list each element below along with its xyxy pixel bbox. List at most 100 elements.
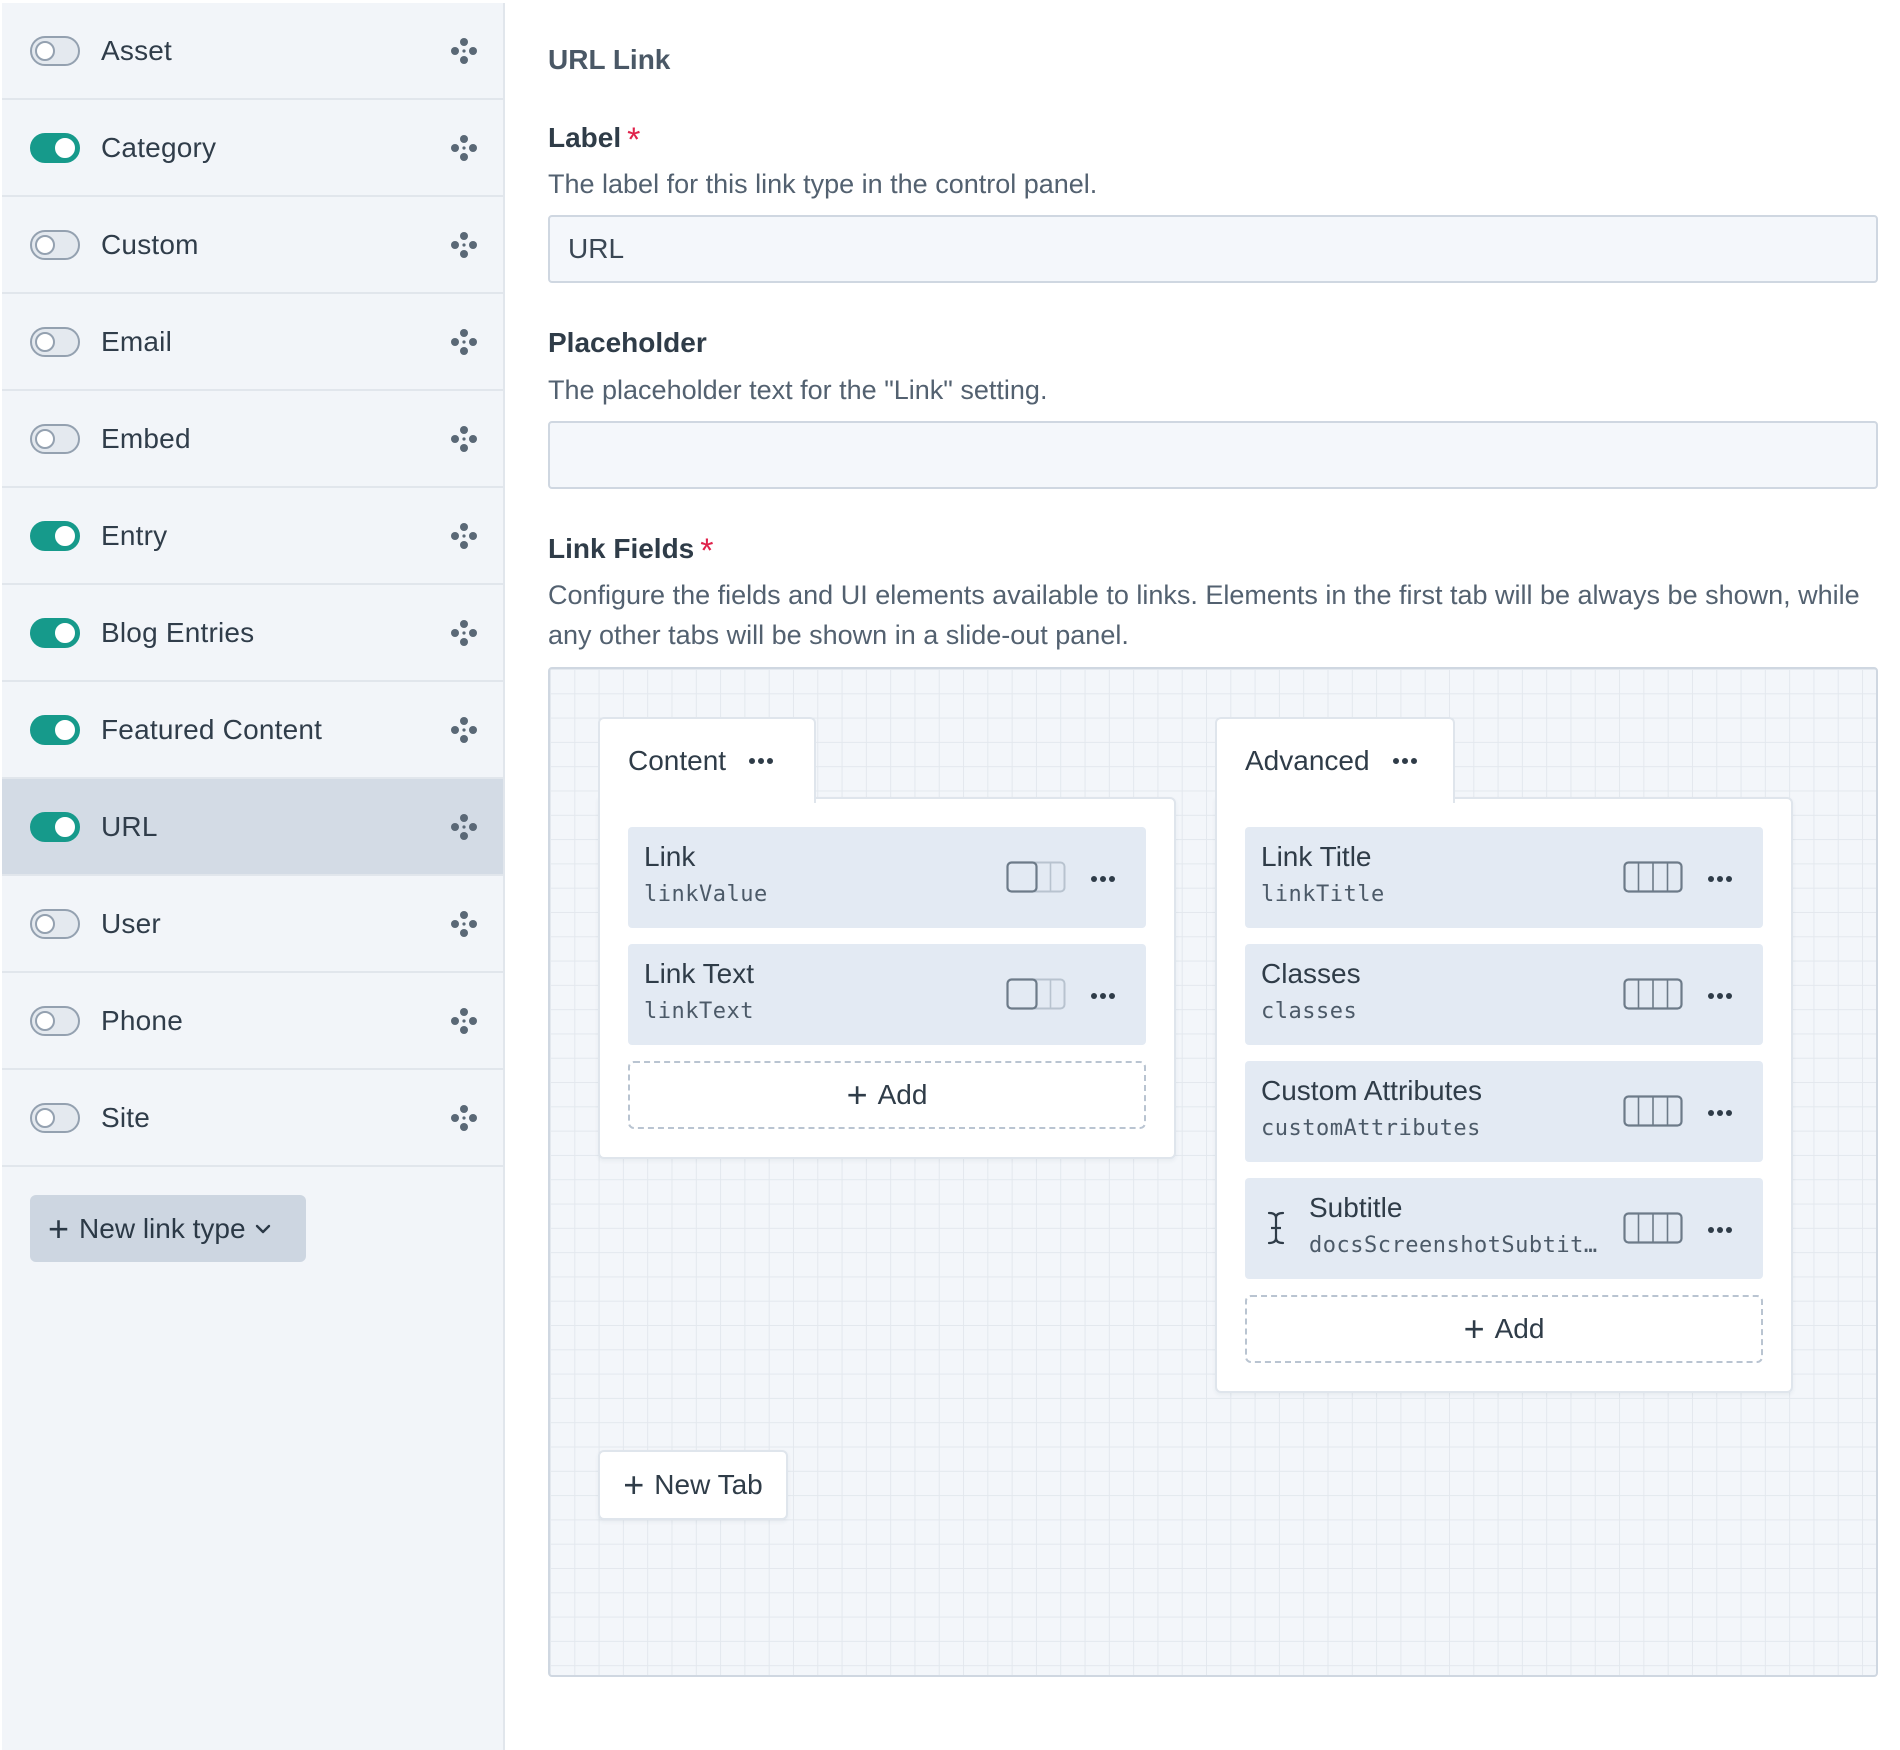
move-icon[interactable] bbox=[450, 1007, 478, 1035]
field-width-icon[interactable] bbox=[1623, 1095, 1683, 1127]
move-icon[interactable] bbox=[450, 134, 478, 162]
toggle-knob bbox=[55, 816, 75, 837]
field-name: Link bbox=[644, 841, 696, 872]
enable-toggle[interactable] bbox=[30, 35, 80, 66]
required-icon: * bbox=[627, 121, 641, 159]
toggle-knob bbox=[55, 719, 75, 740]
enable-toggle[interactable] bbox=[30, 1005, 80, 1036]
field-width-icon[interactable] bbox=[1006, 861, 1066, 893]
add-field-button[interactable]: + Add bbox=[628, 1061, 1146, 1129]
add-field-label: Add bbox=[877, 1079, 928, 1110]
field-handle: linkTitle bbox=[1261, 882, 1385, 907]
new-tab-label: New Tab bbox=[654, 1469, 763, 1500]
link-fields-label: Link Fields * bbox=[548, 532, 713, 571]
label-field-label-text: Label bbox=[548, 122, 622, 153]
sidebar-item-label: Asset bbox=[101, 34, 173, 66]
field-width-icon[interactable] bbox=[1623, 978, 1683, 1010]
enable-toggle[interactable] bbox=[30, 423, 80, 454]
enable-toggle[interactable] bbox=[30, 520, 80, 551]
enable-toggle[interactable] bbox=[30, 811, 80, 842]
new-link-type-button[interactable]: + New link type bbox=[30, 1195, 306, 1262]
placeholder-input[interactable] bbox=[548, 421, 1878, 489]
field-actions-icon[interactable] bbox=[1707, 871, 1733, 882]
field-width-icon[interactable] bbox=[1623, 1212, 1683, 1244]
sidebar-item-asset[interactable]: Asset bbox=[2, 3, 503, 100]
plus-icon: + bbox=[846, 1074, 868, 1115]
toggle-knob bbox=[55, 525, 75, 546]
sidebar-item-entry[interactable]: Entry bbox=[2, 488, 503, 585]
placeholder-field-help: The placeholder text for the "Link" sett… bbox=[548, 375, 1048, 405]
sidebar-item-category[interactable]: Category bbox=[2, 100, 503, 197]
field-card[interactable]: Link Text linkText bbox=[628, 944, 1146, 1045]
move-icon[interactable] bbox=[450, 910, 478, 938]
tab-name: Advanced bbox=[1245, 745, 1370, 776]
field-card[interactable]: Classes classes bbox=[1245, 944, 1763, 1045]
enable-toggle[interactable] bbox=[30, 326, 80, 357]
plus-icon: + bbox=[48, 1207, 70, 1249]
move-icon[interactable] bbox=[450, 716, 478, 744]
plus-icon: + bbox=[623, 1464, 645, 1505]
field-handle: customAttributes bbox=[1261, 1116, 1481, 1141]
field-handle: docsScreenshotSubtit… bbox=[1309, 1233, 1598, 1258]
sidebar-item-label: Category bbox=[101, 131, 217, 163]
move-icon[interactable] bbox=[450, 37, 478, 65]
tab-header[interactable]: Content bbox=[598, 717, 816, 803]
enable-toggle[interactable] bbox=[30, 132, 80, 163]
move-icon[interactable] bbox=[450, 522, 478, 550]
tab-actions-icon[interactable] bbox=[748, 756, 774, 766]
sidebar-item-label: Site bbox=[101, 1101, 151, 1133]
field-card[interactable]: Subtitle docsScreenshotSubtit… bbox=[1245, 1178, 1763, 1279]
field-card[interactable]: Custom Attributes customAttributes bbox=[1245, 1061, 1763, 1162]
field-actions-icon[interactable] bbox=[1707, 1105, 1733, 1116]
sidebar-item-email[interactable]: Email bbox=[2, 294, 503, 391]
field-actions-icon[interactable] bbox=[1090, 988, 1116, 999]
enable-toggle[interactable] bbox=[30, 617, 80, 648]
move-icon[interactable] bbox=[450, 231, 478, 259]
field-width-icon[interactable] bbox=[1006, 978, 1066, 1010]
section-title: URL Link bbox=[548, 44, 671, 75]
toggle-knob bbox=[35, 234, 55, 255]
label-input[interactable]: URL bbox=[548, 215, 1878, 283]
link-type-settings: Asset Category Custom Email Embed Entry Blog E… bbox=[0, 0, 1900, 1750]
enable-toggle[interactable] bbox=[30, 714, 80, 745]
sidebar-item-url[interactable]: URL bbox=[2, 779, 503, 876]
toggle-knob bbox=[35, 913, 55, 934]
sidebar-item-label: Embed bbox=[101, 422, 191, 454]
field-card[interactable]: Link Title linkTitle bbox=[1245, 827, 1763, 928]
sidebar-item-custom[interactable]: Custom bbox=[2, 197, 503, 294]
sidebar-item-site[interactable]: Site bbox=[2, 1070, 503, 1167]
field-actions-icon[interactable] bbox=[1707, 1222, 1733, 1233]
field-actions-icon[interactable] bbox=[1090, 871, 1116, 882]
field-name: Link Text bbox=[644, 958, 754, 989]
tab-actions-icon[interactable] bbox=[1392, 756, 1418, 766]
move-icon[interactable] bbox=[450, 813, 478, 841]
field-actions-icon[interactable] bbox=[1707, 988, 1733, 999]
field-card[interactable]: Link linkValue bbox=[628, 827, 1146, 928]
field-name: Classes bbox=[1261, 958, 1361, 989]
move-icon[interactable] bbox=[450, 425, 478, 453]
sidebar-item-embed[interactable]: Embed bbox=[2, 391, 503, 488]
toggle-knob bbox=[55, 622, 75, 643]
sidebar-item-user[interactable]: User bbox=[2, 876, 503, 973]
sidebar-item-featured-content[interactable]: Featured Content bbox=[2, 682, 503, 779]
new-tab-button[interactable]: + New Tab bbox=[598, 1450, 788, 1520]
sidebar-item-phone[interactable]: Phone bbox=[2, 973, 503, 1070]
add-field-label: Add bbox=[1494, 1313, 1545, 1344]
plus-icon: + bbox=[1463, 1308, 1485, 1349]
add-field-button[interactable]: + Add bbox=[1245, 1295, 1763, 1363]
tab-body: Link linkValue Link Text linkText + Add bbox=[598, 797, 1176, 1159]
enable-toggle[interactable] bbox=[30, 229, 80, 260]
enable-toggle[interactable] bbox=[30, 1102, 80, 1133]
field-handle: linkValue bbox=[644, 882, 768, 907]
move-icon[interactable] bbox=[450, 1104, 478, 1132]
tab-header[interactable]: Advanced bbox=[1215, 717, 1455, 803]
sidebar-item-label: URL bbox=[101, 810, 158, 842]
toggle-knob bbox=[55, 137, 75, 158]
sidebar-item-blog-entries[interactable]: Blog Entries bbox=[2, 585, 503, 682]
enable-toggle[interactable] bbox=[30, 908, 80, 939]
tab-body: Link Title linkTitle Classes classes Custom … bbox=[1215, 797, 1793, 1393]
move-icon[interactable] bbox=[450, 619, 478, 647]
field-width-icon[interactable] bbox=[1623, 861, 1683, 893]
move-icon[interactable] bbox=[450, 328, 478, 356]
field-name: Subtitle bbox=[1309, 1192, 1403, 1223]
